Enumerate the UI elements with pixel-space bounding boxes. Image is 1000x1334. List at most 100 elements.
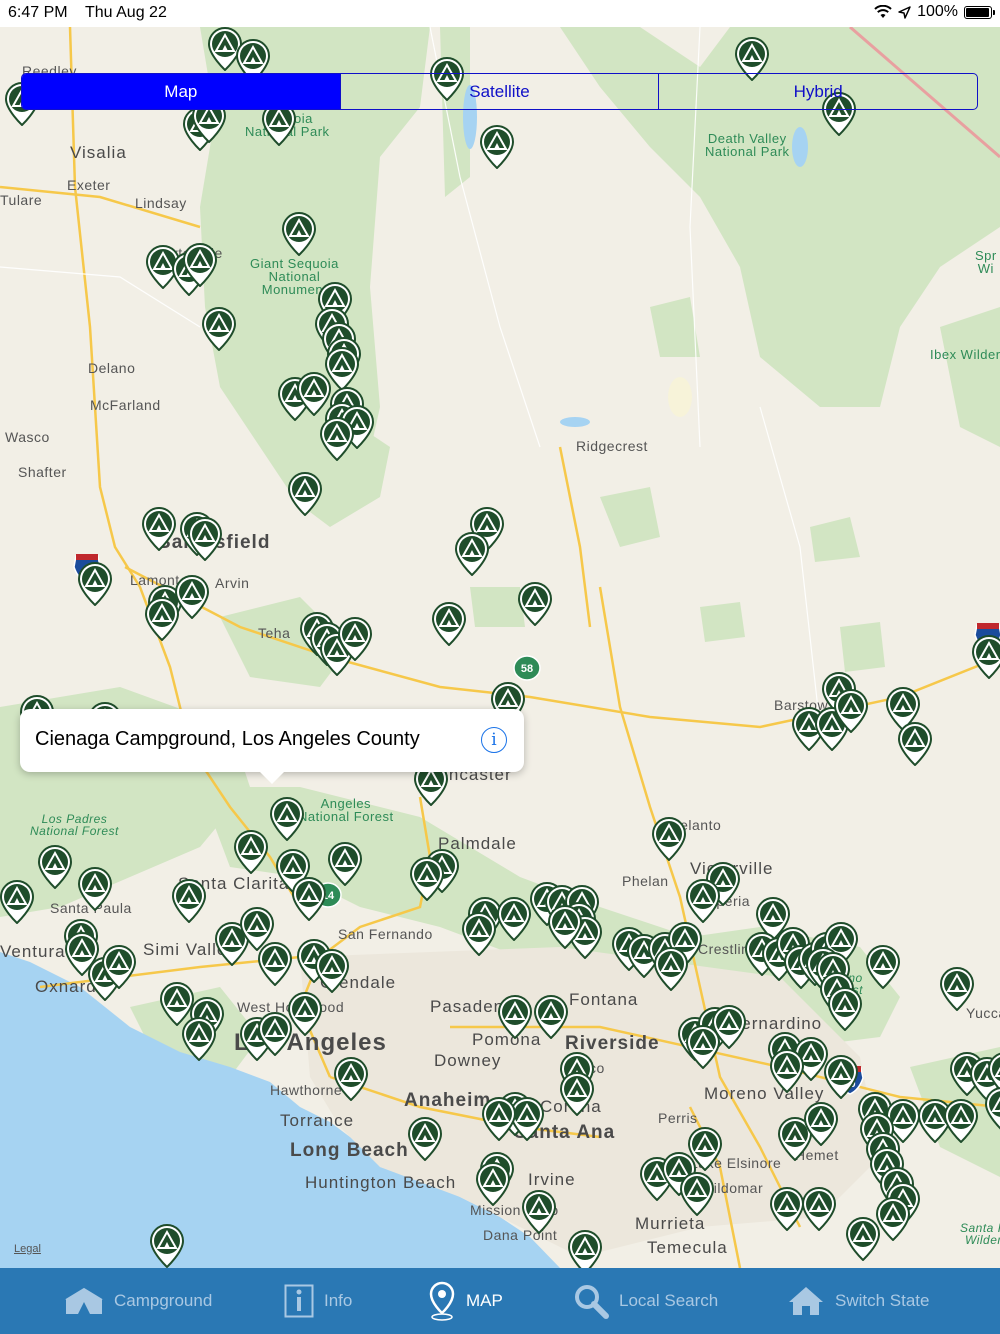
tab-switch-state[interactable]: Switch State: [787, 1268, 930, 1334]
campground-pin[interactable]: [547, 904, 583, 950]
campground-pin[interactable]: [653, 946, 689, 992]
campground-pin[interactable]: [233, 829, 269, 875]
campground-pin[interactable]: [141, 506, 177, 552]
campground-pin[interactable]: [497, 994, 533, 1040]
campground-pin[interactable]: [685, 1024, 721, 1070]
campground-pin[interactable]: [823, 1054, 859, 1100]
campground-pin[interactable]: [181, 1016, 217, 1062]
place-label: Perris: [658, 1110, 698, 1126]
campground-pin[interactable]: [319, 416, 355, 462]
campground-pin[interactable]: [517, 581, 553, 627]
place-label: Murrieta: [635, 1214, 706, 1233]
campground-pin[interactable]: [971, 634, 1000, 680]
campground-pin[interactable]: [257, 1011, 293, 1057]
campground-pin[interactable]: [37, 844, 73, 890]
tent-marker-icon: [479, 124, 515, 170]
campground-pin[interactable]: [314, 948, 350, 994]
campground-pin[interactable]: [187, 516, 223, 562]
tent-marker-icon: [182, 242, 218, 288]
campground-pin[interactable]: [845, 1216, 881, 1262]
campground-pin[interactable]: [77, 561, 113, 607]
campground-pin[interactable]: [407, 1116, 443, 1162]
map-type-segmented-control[interactable]: Map Satellite Hybrid: [21, 73, 978, 110]
tent-marker-icon: [77, 866, 113, 912]
campground-pin[interactable]: [687, 1126, 723, 1172]
campground-pin[interactable]: [827, 986, 863, 1032]
tent-marker-icon: [287, 471, 323, 517]
tent-marker-icon: [287, 991, 323, 1037]
campground-pin[interactable]: [679, 1171, 715, 1217]
campground-pin[interactable]: [454, 531, 490, 577]
campground-pin[interactable]: [171, 878, 207, 924]
campground-pin[interactable]: [943, 1098, 979, 1144]
campground-pin[interactable]: [685, 878, 721, 924]
campground-pin[interactable]: [327, 841, 363, 887]
campground-pin[interactable]: [559, 1071, 595, 1117]
tab-local-search[interactable]: Local Search: [573, 1268, 718, 1334]
tab-map[interactable]: MAP: [428, 1268, 503, 1334]
highway-shield-58: 58: [521, 663, 533, 675]
campground-pin[interactable]: [333, 1056, 369, 1102]
campground-pin[interactable]: [182, 242, 218, 288]
battery-icon: [964, 5, 995, 19]
campground-pin[interactable]: [803, 1101, 839, 1147]
tent-marker-icon: [533, 994, 569, 1040]
tent-marker-icon: [291, 876, 327, 922]
campground-pin[interactable]: [337, 616, 373, 662]
campground-pin[interactable]: [475, 1161, 511, 1207]
tent-marker-icon: [547, 904, 583, 950]
campground-pin[interactable]: [801, 1186, 837, 1232]
tent-marker-icon: [875, 1196, 911, 1242]
tent-marker-icon: [497, 994, 533, 1040]
status-time: 6:47 PM: [8, 4, 68, 21]
campground-pin[interactable]: [833, 688, 869, 734]
annotation-callout[interactable]: Cienaga Campground, Los Angeles County i: [20, 709, 524, 784]
campground-pin[interactable]: [144, 596, 180, 642]
campground-pin[interactable]: [496, 896, 532, 942]
campground-pin[interactable]: [479, 124, 515, 170]
tent-marker-icon: [769, 1186, 805, 1232]
tab-campground[interactable]: Campground: [64, 1268, 212, 1334]
tab-info[interactable]: Info: [284, 1268, 352, 1334]
campground-pin[interactable]: [201, 306, 237, 352]
campground-pin[interactable]: [984, 1087, 1000, 1131]
campground-pin[interactable]: [287, 471, 323, 517]
park-label: Angeles National Forest: [298, 796, 394, 824]
tent-marker-icon: [865, 944, 901, 990]
campground-pin[interactable]: [651, 816, 687, 862]
campground-pin[interactable]: [291, 876, 327, 922]
campground-pin[interactable]: [287, 991, 323, 1037]
campground-pin[interactable]: [897, 721, 933, 767]
place-label: San Fernando: [338, 926, 433, 942]
campground-pin[interactable]: [939, 966, 975, 1012]
segment-hybrid[interactable]: Hybrid: [658, 74, 977, 109]
segment-satellite[interactable]: Satellite: [339, 74, 659, 109]
campground-pin[interactable]: [461, 911, 497, 957]
tent-marker-icon: [144, 596, 180, 642]
campground-pin[interactable]: [769, 1186, 805, 1232]
legal-link[interactable]: Legal: [14, 1243, 41, 1255]
campground-pin[interactable]: [77, 866, 113, 912]
campground-pin[interactable]: [481, 1096, 517, 1142]
campground-pin[interactable]: [567, 1229, 603, 1268]
campground-pin[interactable]: [101, 944, 137, 990]
campground-pin[interactable]: [0, 879, 35, 925]
campground-pin[interactable]: [409, 856, 445, 902]
campground-pin[interactable]: [174, 574, 210, 620]
campground-pin[interactable]: [533, 994, 569, 1040]
info-icon[interactable]: i: [481, 727, 507, 753]
campground-pin[interactable]: [269, 796, 305, 842]
campground-pin[interactable]: [865, 944, 901, 990]
tent-marker-icon: [281, 211, 317, 257]
campground-pin[interactable]: [875, 1196, 911, 1242]
segment-map[interactable]: Map: [22, 74, 340, 109]
campground-pin[interactable]: [521, 1189, 557, 1235]
campground-pin[interactable]: [257, 941, 293, 987]
campground-pin[interactable]: [769, 1048, 805, 1094]
map-view[interactable]: 5 58 14 15 10 Reedley Visalia Tulare Exe…: [0, 27, 1000, 1268]
place-label: Huntington Beach: [305, 1173, 457, 1192]
campground-pin[interactable]: [431, 601, 467, 647]
campground-pin[interactable]: [281, 211, 317, 257]
campground-pin[interactable]: [149, 1223, 185, 1268]
battery-fill: [966, 7, 989, 17]
